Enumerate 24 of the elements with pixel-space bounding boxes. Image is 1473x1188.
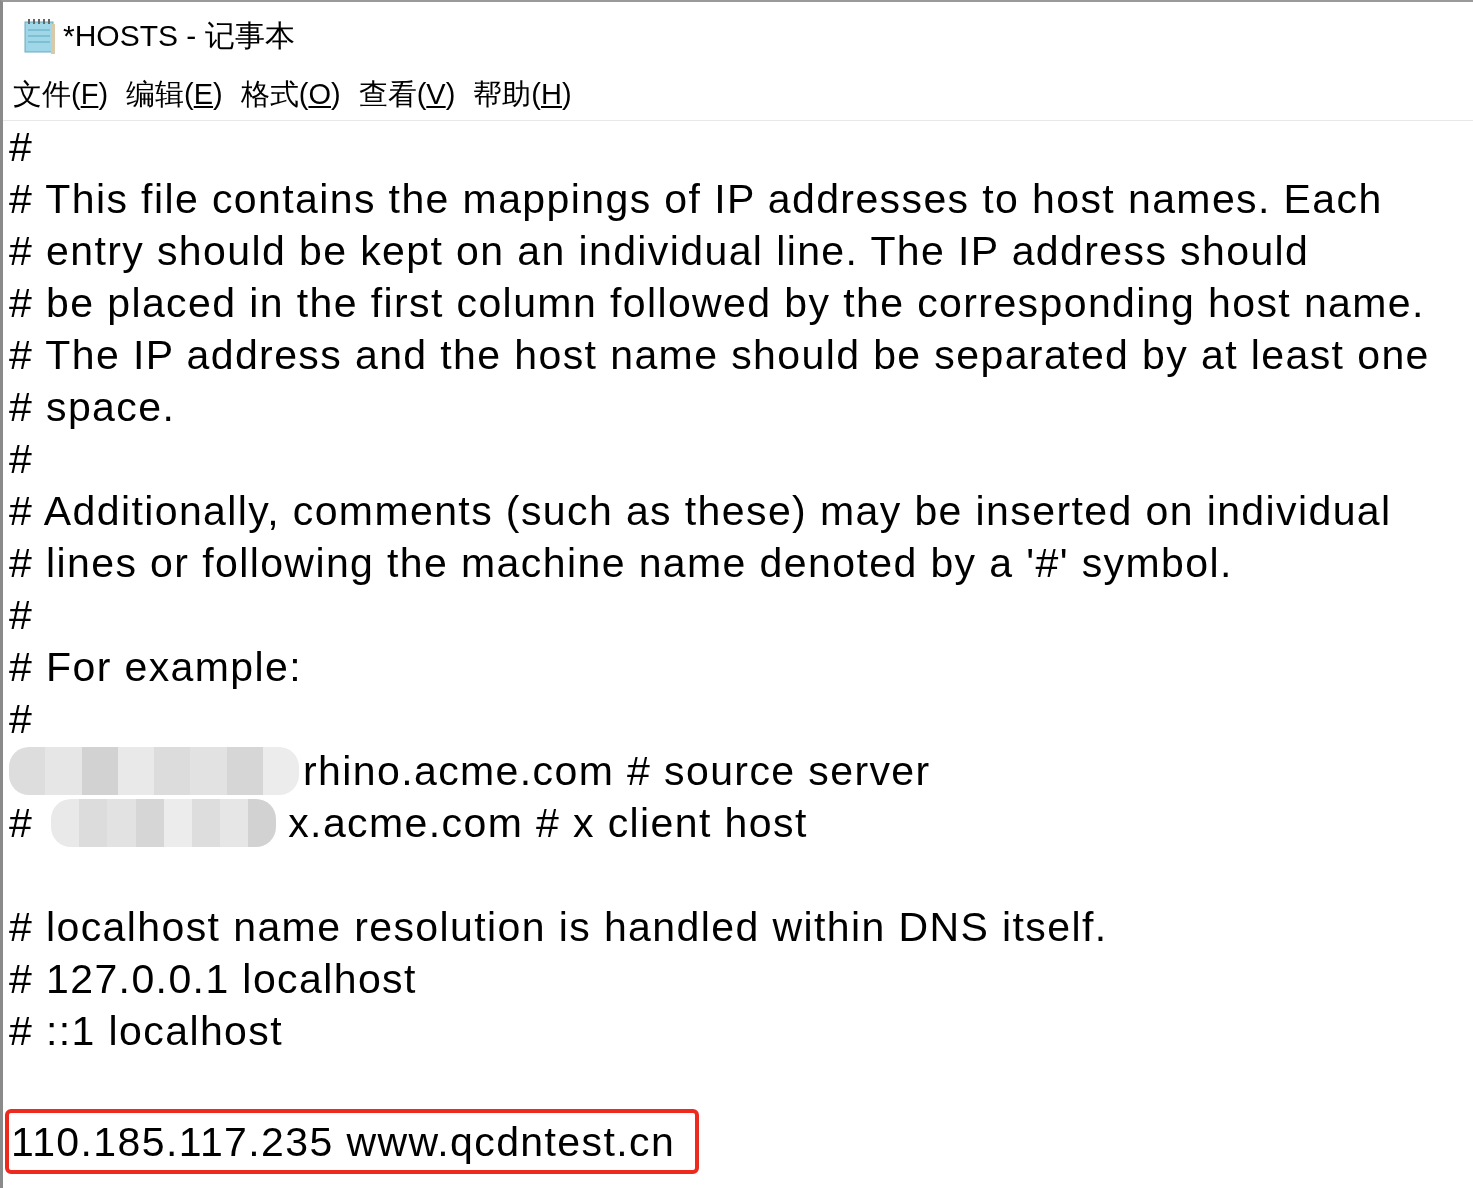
text-line: # Additionally, comments (such as these) may be inserted on individual	[9, 487, 1392, 535]
text-line: # For example:	[9, 643, 303, 691]
text-line: # The IP address and the host name should be separated by at least one	[9, 331, 1430, 379]
menu-item[interactable]: 格式(O)	[238, 75, 343, 115]
text-line: x.acme.com # x client host	[288, 799, 808, 847]
text-line: # This file contains the mappings of IP addresses to host names. Each	[9, 175, 1383, 223]
text-line: # be placed in the first column followed by the corresponding host name.	[9, 279, 1425, 327]
menu-item[interactable]: 编辑(E)	[124, 75, 225, 115]
text-line: # entry should be kept on an individual line. The IP address should	[9, 227, 1310, 275]
window-title: *HOSTS - 记事本	[63, 17, 295, 54]
menu-item[interactable]: 文件(F)	[11, 75, 111, 115]
text-line: # lines or following the machine name denoted by a '#' symbol.	[9, 539, 1233, 587]
text-line: # ::1 localhost	[9, 1007, 283, 1055]
text-line: rhino.acme.com # source server	[303, 747, 931, 795]
text-line: #	[9, 435, 34, 483]
text-line: # space.	[9, 383, 176, 431]
text-line: #	[9, 799, 34, 847]
text-line: # 127.0.0.1 localhost	[9, 955, 417, 1003]
text-line: #	[9, 123, 34, 171]
text-line: #	[9, 591, 34, 639]
text-line: # localhost name resolution is handled within DNS itself.	[9, 903, 1108, 951]
text-line: #	[9, 695, 34, 743]
menu-item[interactable]: 帮助(H)	[471, 75, 574, 115]
menu-item[interactable]: 查看(V)	[356, 75, 458, 115]
